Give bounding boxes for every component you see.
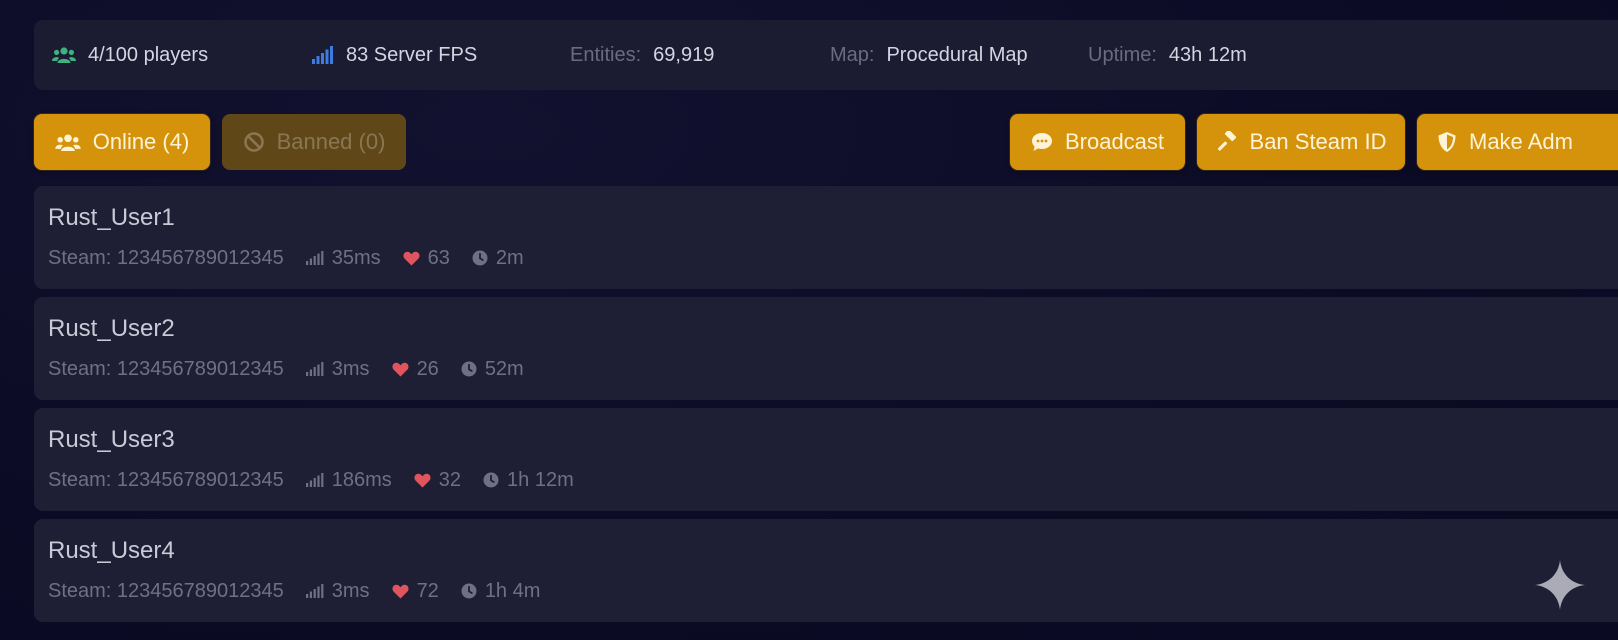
signal-bars-icon: [312, 46, 334, 64]
uptime-value: 43h 12m: [1168, 43, 1247, 66]
clock-icon: [472, 250, 488, 266]
ping-bars-icon: [305, 362, 324, 376]
ping-value: 35ms: [331, 246, 381, 269]
player-card[interactable]: Rust_User3 Steam: 123456789012345 186ms …: [34, 408, 1618, 511]
clock-icon: [461, 583, 477, 599]
health-value: 26: [416, 357, 439, 380]
map-stat: Map: Procedural Map: [830, 20, 1028, 90]
player-meta: Steam: 123456789012345 186ms 32 1h 12m: [48, 466, 596, 494]
make-admin-label: Make Adm: [1469, 129, 1573, 154]
health-value: 32: [438, 468, 462, 491]
session-time-value: 1h 12m: [507, 468, 574, 491]
heart-icon: [392, 362, 409, 377]
ban-icon: [243, 131, 265, 153]
map-value: Procedural Map: [886, 43, 1028, 66]
server-fps-value: 83 Server FPS: [346, 43, 478, 66]
ping-value: 3ms: [331, 579, 370, 602]
tab-online-label: Online (4): [92, 129, 190, 154]
player-count-value: 4/100 players: [88, 43, 209, 66]
health-stat: 72: [392, 580, 439, 603]
player-name: Rust_User3: [48, 426, 175, 453]
clock-icon: [461, 361, 477, 377]
broadcast-button[interactable]: Broadcast: [1010, 114, 1185, 170]
server-stats-bar: 4/100 players 83 Server FPS Entities: 69…: [34, 20, 1618, 90]
server-fps-stat: 83 Server FPS: [312, 20, 477, 90]
gavel-icon: [1216, 131, 1238, 153]
health-value: 63: [427, 246, 450, 269]
health-stat: 63: [403, 247, 450, 270]
player-management-page: 4/100 players 83 Server FPS Entities: 69…: [0, 0, 1618, 640]
shield-icon: [1437, 131, 1457, 153]
health-stat: 32: [414, 469, 461, 492]
heart-icon: [403, 251, 420, 266]
health-value: 72: [416, 579, 439, 602]
session-time-value: 1h 4m: [484, 579, 541, 602]
player-meta: Steam: 123456789012345 3ms 26 52m: [48, 355, 546, 383]
heart-icon: [392, 584, 409, 599]
player-card[interactable]: Rust_User1 Steam: 123456789012345 35ms 6…: [34, 186, 1618, 289]
uptime-label: Uptime:: [1088, 43, 1157, 66]
session-time-value: 2m: [495, 246, 524, 269]
ping-bars-icon: [305, 473, 324, 487]
entities-stat: Entities: 69,919: [570, 20, 714, 90]
session-time-stat: 52m: [461, 358, 524, 381]
ping-stat: 35ms: [305, 246, 381, 270]
users-icon: [55, 133, 81, 152]
ban-steam-id-label: Ban Steam ID: [1249, 129, 1387, 154]
tab-banned[interactable]: Banned (0): [222, 114, 406, 170]
ping-value: 186ms: [331, 468, 392, 491]
ping-stat: 3ms: [305, 579, 370, 603]
player-name: Rust_User2: [48, 315, 175, 342]
ping-value: 3ms: [331, 357, 370, 380]
session-time-value: 52m: [484, 357, 524, 380]
ping-stat: 3ms: [305, 357, 370, 381]
session-time-stat: 1h 12m: [483, 469, 574, 492]
ping-stat: 186ms: [305, 468, 392, 492]
ping-bars-icon: [305, 584, 324, 598]
player-card[interactable]: Rust_User2 Steam: 123456789012345 3ms 26…: [34, 297, 1618, 400]
entities-label: Entities:: [570, 43, 642, 66]
heart-icon: [414, 473, 431, 488]
map-label: Map:: [830, 43, 875, 66]
player-name: Rust_User1: [48, 204, 175, 231]
player-meta: Steam: 123456789012345 3ms 72 1h 4m: [48, 577, 562, 605]
steam-id: Steam: 123456789012345: [48, 579, 284, 602]
health-stat: 26: [392, 358, 439, 381]
entities-value: 69,919: [653, 43, 715, 66]
sparkle-icon: [1535, 560, 1585, 610]
steam-id: Steam: 123456789012345: [48, 357, 284, 380]
steam-id: Steam: 123456789012345: [48, 468, 284, 491]
ban-steam-id-button[interactable]: Ban Steam ID: [1197, 114, 1405, 170]
make-admin-button[interactable]: Make Adm: [1417, 114, 1618, 170]
ping-bars-icon: [305, 251, 324, 265]
player-count-stat: 4/100 players: [52, 20, 208, 90]
tab-online[interactable]: Online (4): [34, 114, 210, 170]
users-icon: [52, 46, 76, 64]
player-meta: Steam: 123456789012345 35ms 63 2m: [48, 244, 546, 272]
clock-icon: [483, 472, 499, 488]
steam-id: Steam: 123456789012345: [48, 246, 284, 269]
broadcast-label: Broadcast: [1064, 129, 1165, 154]
chat-bubble-icon: [1031, 132, 1053, 152]
player-card[interactable]: Rust_User4 Steam: 123456789012345 3ms 72…: [34, 519, 1618, 622]
uptime-stat: Uptime: 43h 12m: [1088, 20, 1247, 90]
tab-banned-label: Banned (0): [276, 129, 386, 154]
session-time-stat: 1h 4m: [461, 579, 541, 603]
player-name: Rust_User4: [48, 537, 175, 564]
session-time-stat: 2m: [472, 247, 524, 270]
